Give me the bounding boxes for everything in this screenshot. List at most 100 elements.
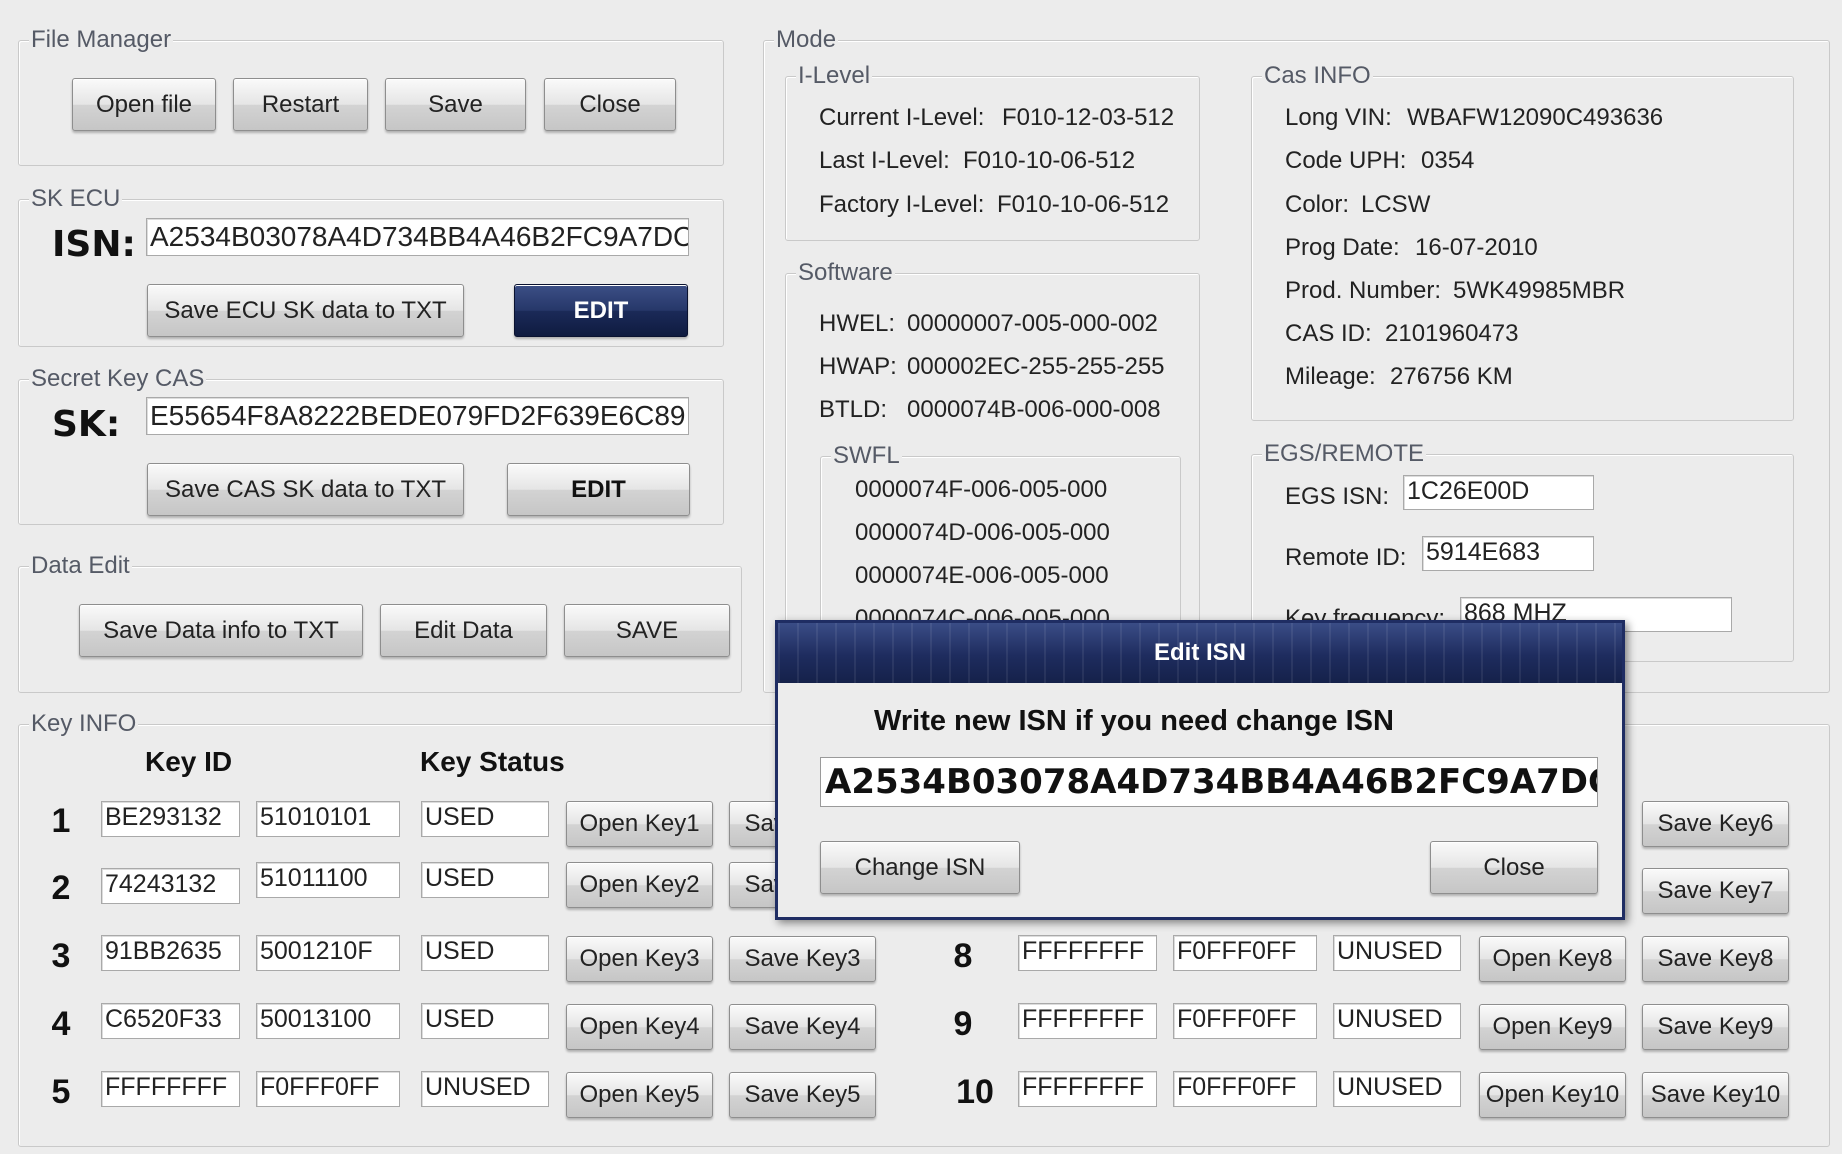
key-status-header: Key Status: [420, 746, 565, 777]
key-code-field[interactable]: 51010101: [256, 801, 400, 837]
isn-field[interactable]: A2534B03078A4D734BB4A46B2FC9A7DC: [146, 218, 689, 256]
current-i-level-value: F010-12-03-512: [1002, 104, 1175, 131]
dialog-title: Edit ISN: [1153, 639, 1246, 666]
hwap-value: 000002EC-255-255-255: [907, 353, 1165, 380]
cas-info-legend: Cas INFO: [1262, 62, 1373, 90]
isn-label: ISN:: [52, 224, 136, 265]
key-id-field[interactable]: C6520F33: [101, 1003, 240, 1039]
key-code-field[interactable]: 50013100: [256, 1003, 400, 1039]
egs-isn-field[interactable]: 1C26E00D: [1403, 475, 1594, 510]
open-key3-button[interactable]: Open Key3: [566, 936, 713, 982]
key-row-number: 1: [51, 802, 71, 840]
secret-key-cas-legend: Secret Key CAS: [29, 365, 207, 393]
key-row-number: 3: [51, 937, 71, 975]
open-key8-button[interactable]: Open Key8: [1479, 936, 1626, 982]
key-id-field[interactable]: 74243132: [101, 868, 240, 904]
open-key9-button[interactable]: Open Key9: [1479, 1004, 1626, 1050]
swfl-item: 0000074E-006-005-000: [855, 562, 1109, 589]
key-status-field[interactable]: UNUSED: [1333, 1003, 1461, 1039]
factory-i-level-label: Factory I-Level:: [819, 191, 985, 218]
save-key3-button[interactable]: Save Key3: [729, 936, 876, 982]
key-code-field[interactable]: F0FFF0FF: [256, 1071, 400, 1107]
long-vin-label: Long VIN:: [1285, 104, 1392, 131]
save-ecu-sk-button[interactable]: Save ECU SK data to TXT: [147, 284, 464, 337]
key-row-number: 8: [953, 937, 973, 975]
key-status-field[interactable]: USED: [421, 935, 549, 971]
key-id-header: Key ID: [145, 746, 233, 777]
save-cas-sk-button[interactable]: Save CAS SK data to TXT: [147, 463, 464, 516]
close-file-button[interactable]: Close: [544, 78, 676, 131]
hwap-label: HWAP:: [819, 353, 897, 380]
dialog-prompt: Write new ISN if you need change ISN: [874, 705, 1394, 737]
key-status-field[interactable]: USED: [421, 862, 549, 898]
key-row-number: 4: [51, 1005, 71, 1043]
remote-id-label: Remote ID:: [1285, 544, 1407, 571]
save-key8-button[interactable]: Save Key8: [1642, 936, 1789, 982]
key-row-number: 10: [956, 1073, 994, 1111]
open-key10-button[interactable]: Open Key10: [1479, 1072, 1626, 1118]
key-info-legend: Key INFO: [29, 710, 139, 738]
mode-legend: Mode: [774, 26, 839, 54]
save-key4-button[interactable]: Save Key4: [729, 1004, 876, 1050]
last-i-level-value: F010-10-06-512: [963, 147, 1136, 174]
key-code-field[interactable]: 51011100: [256, 862, 400, 898]
save-key9-button[interactable]: Save Key9: [1642, 1004, 1789, 1050]
restart-button[interactable]: Restart: [233, 78, 368, 131]
open-key2-button[interactable]: Open Key2: [566, 862, 713, 908]
key-code-field[interactable]: F0FFF0FF: [1173, 1003, 1317, 1039]
save-key6-button[interactable]: Save Key6: [1642, 801, 1789, 847]
save-key10-button[interactable]: Save Key10: [1642, 1072, 1789, 1118]
key-id-field[interactable]: 91BB2635: [101, 935, 240, 971]
btld-value: 0000074B-006-000-008: [907, 396, 1161, 423]
remote-id-field[interactable]: 5914E683: [1422, 536, 1594, 571]
key-id-field[interactable]: FFFFFFFF: [101, 1071, 240, 1107]
save-key7-button[interactable]: Save Key7: [1642, 868, 1789, 914]
key-status-field[interactable]: UNUSED: [1333, 935, 1461, 971]
save-data-button[interactable]: SAVE: [564, 604, 730, 657]
key-code-field[interactable]: F0FFF0FF: [1173, 935, 1317, 971]
open-file-button[interactable]: Open file: [72, 78, 216, 131]
change-isn-button[interactable]: Change ISN: [820, 841, 1020, 894]
open-key1-button[interactable]: Open Key1: [566, 801, 713, 847]
data-edit-legend: Data Edit: [29, 552, 132, 580]
code-uph-label: Code UPH:: [1285, 147, 1407, 174]
key-code-field[interactable]: F0FFF0FF: [1173, 1071, 1317, 1107]
cas-edit-button[interactable]: EDIT: [507, 463, 690, 516]
key-status-field[interactable]: UNUSED: [421, 1071, 549, 1107]
key-row-number: 2: [51, 869, 71, 907]
edit-data-button[interactable]: Edit Data: [380, 604, 547, 657]
sk-label: SK:: [52, 404, 121, 445]
key-code-field[interactable]: 5001210F: [256, 935, 400, 971]
mileage-label: Mileage:: [1285, 363, 1376, 390]
open-key5-button[interactable]: Open Key5: [566, 1072, 713, 1118]
key-status-field[interactable]: USED: [421, 1003, 549, 1039]
hwel-label: HWEL:: [819, 310, 896, 337]
sk-ecu-legend: SK ECU: [29, 185, 123, 213]
code-uph-value: 0354: [1421, 147, 1475, 174]
save-key5-button[interactable]: Save Key5: [729, 1072, 876, 1118]
i-level-legend: I-Level: [796, 62, 873, 90]
new-isn-input[interactable]: A2534B03078A4D734BB4A46B2FC9A7DC: [820, 757, 1598, 807]
prod-number-label: Prod. Number:: [1285, 277, 1442, 304]
prog-date-label: Prog Date:: [1285, 234, 1400, 261]
key-status-field[interactable]: UNUSED: [1333, 1071, 1461, 1107]
key-status-field[interactable]: USED: [421, 801, 549, 837]
save-data-info-button[interactable]: Save Data info to TXT: [79, 604, 363, 657]
key-row-number: 9: [953, 1005, 973, 1043]
file-manager-legend: File Manager: [29, 26, 174, 54]
dialog-title-bar[interactable]: Edit ISN: [778, 623, 1622, 683]
edit-isn-dialog: Edit ISN Write new ISN if you need chang…: [775, 620, 1625, 920]
key-id-field[interactable]: FFFFFFFF: [1018, 1003, 1157, 1039]
save-file-button[interactable]: Save: [385, 78, 526, 131]
key-id-field[interactable]: FFFFFFFF: [1018, 935, 1157, 971]
key-id-field[interactable]: BE293132: [101, 801, 240, 837]
open-key4-button[interactable]: Open Key4: [566, 1004, 713, 1050]
hwel-value: 00000007-005-000-002: [907, 310, 1158, 337]
key-id-field[interactable]: FFFFFFFF: [1018, 1071, 1157, 1107]
color-label: Color:: [1285, 191, 1350, 218]
dialog-close-button[interactable]: Close: [1430, 841, 1598, 894]
key-row-number: 5: [51, 1073, 71, 1111]
sk-field[interactable]: E55654F8A8222BEDE079FD2F639E6C89: [146, 397, 689, 435]
ecu-edit-button[interactable]: EDIT: [514, 284, 688, 337]
egs-isn-label: EGS ISN:: [1285, 483, 1390, 510]
